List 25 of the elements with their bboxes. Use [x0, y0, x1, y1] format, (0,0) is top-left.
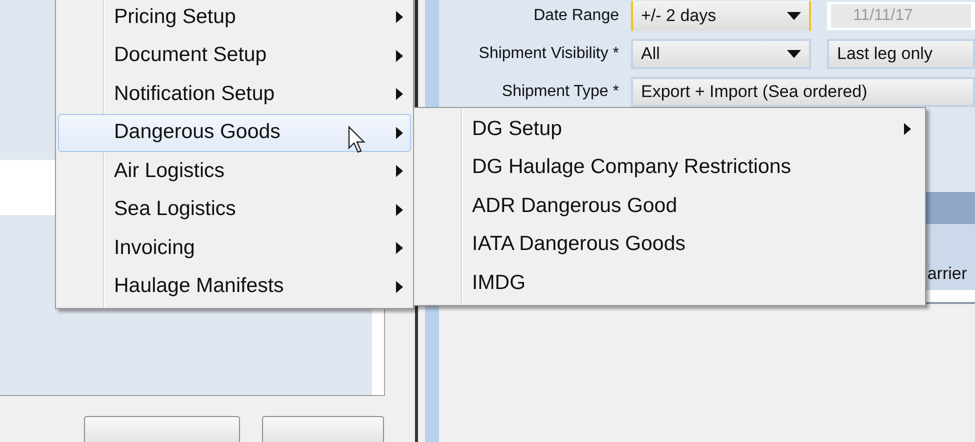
dropdown[interactable]: +/- 2 days: [631, 1, 811, 31]
menu-item[interactable]: ADR Dangerous Good: [416, 187, 923, 226]
button[interactable]: [84, 416, 240, 442]
field-label: Date Range: [532, 6, 620, 26]
dropdown[interactable]: Export + Import (Sea ordered): [631, 77, 975, 107]
menu-item[interactable]: Document Setup: [58, 36, 411, 75]
field-label: Shipment Type *: [500, 82, 620, 102]
dropdown[interactable]: All: [631, 39, 811, 69]
menu-item[interactable]: Pricing Setup: [58, 0, 411, 36]
menu-item[interactable]: Dangerous Goods: [58, 114, 411, 152]
button[interactable]: [262, 416, 384, 442]
menu-item[interactable]: Air Logistics: [58, 152, 411, 190]
menu-item[interactable]: Notification Setup: [58, 75, 411, 114]
menu-item[interactable]: DG Haulage Company Restrictions: [416, 148, 923, 187]
menu-item[interactable]: IATA Dangerous Goods: [416, 226, 923, 264]
dropdown[interactable]: Last leg only: [827, 39, 975, 69]
field-label: Shipment Visibility *: [478, 44, 620, 64]
menu-item[interactable]: IMDG: [416, 264, 923, 302]
menu-item[interactable]: Sea Logistics: [58, 190, 411, 229]
menu-item[interactable]: Haulage Manifests: [58, 268, 411, 306]
caret-icon: [787, 12, 801, 20]
menu-item[interactable]: DG Setup: [416, 110, 923, 148]
caret-icon: [787, 50, 801, 58]
menu-item[interactable]: Invoicing: [58, 229, 411, 268]
column-header: arrier: [927, 262, 967, 284]
